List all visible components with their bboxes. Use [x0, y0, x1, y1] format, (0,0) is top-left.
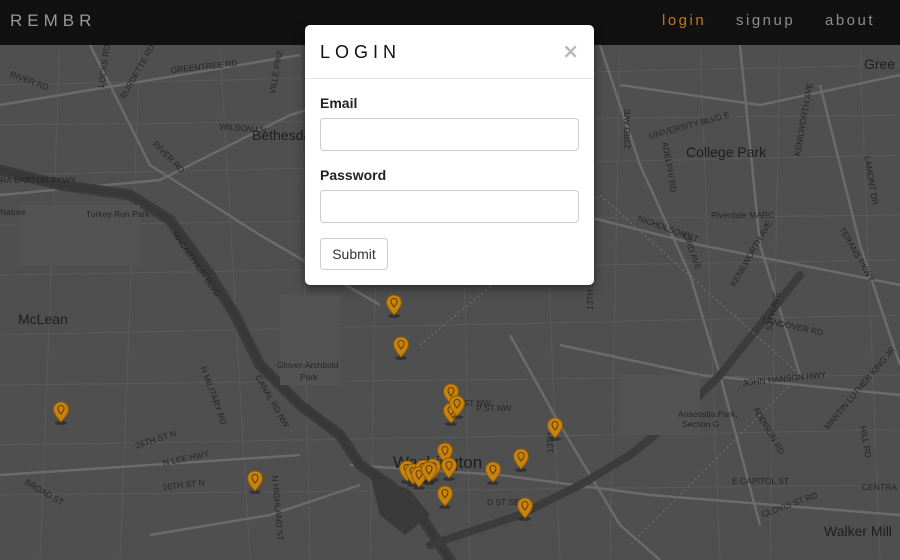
close-icon[interactable]: × [562, 39, 579, 63]
nav-link-login[interactable]: login [662, 12, 706, 29]
modal-header: LOGIN × [305, 25, 594, 79]
nav-link-signup[interactable]: signup [736, 12, 795, 29]
login-modal: LOGIN × Email Password Submit [305, 25, 594, 285]
nav-link-about[interactable]: about [825, 12, 875, 29]
modal-title: LOGIN [320, 42, 402, 62]
password-field[interactable] [320, 190, 579, 223]
submit-button[interactable]: Submit [320, 238, 388, 270]
brand-logo[interactable]: REMBR [10, 11, 96, 31]
email-label: Email [320, 95, 358, 111]
password-label: Password [320, 167, 387, 183]
email-field[interactable] [320, 118, 579, 151]
